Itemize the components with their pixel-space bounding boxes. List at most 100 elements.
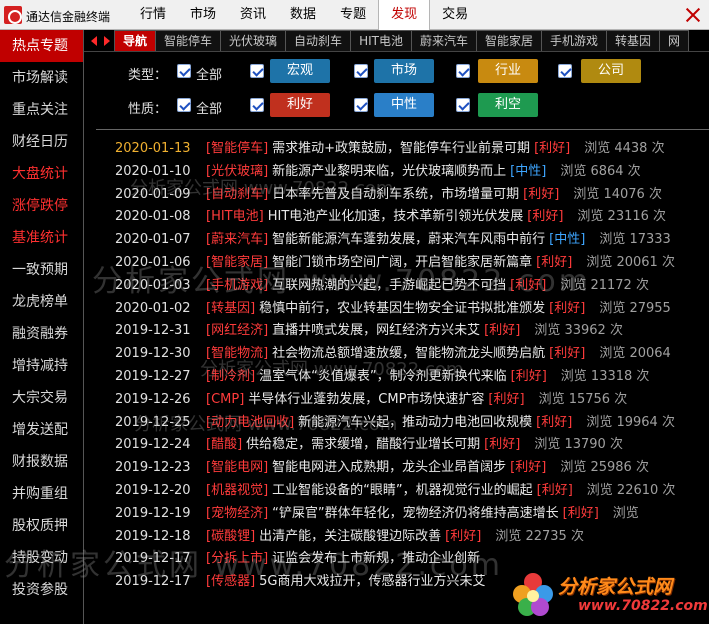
menu-item[interactable]: 资讯: [228, 0, 278, 30]
sidebar-item[interactable]: 增持减持: [0, 350, 83, 382]
type-pill[interactable]: 市场: [374, 59, 434, 83]
nature-checkbox[interactable]: [250, 98, 264, 112]
sidebar-item[interactable]: 一致预期: [0, 254, 83, 286]
news-title[interactable]: 新能源产业黎明来临，光伏玻璃顺势而上: [268, 161, 506, 184]
news-category[interactable]: [智能停车]: [206, 138, 268, 161]
type-pill[interactable]: 公司: [581, 59, 641, 83]
news-row[interactable]: 2020-01-09 [自动刹车] 日本率先普及自动刹车系统，市场增量可期 [利好] 浏…: [96, 184, 709, 207]
news-title[interactable]: HIT电池产业化加速，技术革新引领光伏发展: [264, 206, 524, 229]
news-title[interactable]: 温室气体“炎值爆表”，制冷剂更新换代来临: [255, 366, 506, 389]
menu-item[interactable]: 数据: [278, 0, 328, 30]
topic-tab[interactable]: HIT电池: [350, 30, 412, 51]
news-category[interactable]: [智能物流]: [206, 343, 268, 366]
sidebar-item[interactable]: 并购重组: [0, 478, 83, 510]
sidebar-item[interactable]: 增发送配: [0, 414, 83, 446]
news-row[interactable]: 2020-01-13 [智能停车] 需求推动+政策鼓励，智能停车行业前景可期 [利好]…: [96, 138, 709, 161]
menu-item[interactable]: 市场: [178, 0, 228, 30]
news-category[interactable]: [蔚来汽车]: [206, 229, 268, 252]
topic-tab[interactable]: 智能停车: [155, 30, 222, 51]
news-row[interactable]: 2019-12-20 [机器视觉] 工业智能设备的“眼睛”，机器视觉行业的崛起 [利好…: [96, 480, 709, 503]
type-pill[interactable]: 宏观: [270, 59, 330, 83]
menu-item[interactable]: 发现: [378, 0, 431, 30]
news-title[interactable]: 新能源汽车兴起，推动动力电池回收规模: [294, 412, 532, 435]
news-row[interactable]: 2020-01-03 [手机游戏] 互联网热潮的兴起，手游崛起已势不可挡 [利好] 浏览…: [96, 275, 709, 298]
sidebar-item[interactable]: 市场解读: [0, 62, 83, 94]
topic-tab[interactable]: 手机游戏: [541, 30, 608, 51]
news-title[interactable]: “铲屎官”群体年轻化，宠物经济仍将维持高速增长: [268, 503, 558, 526]
news-category[interactable]: [制冷剂]: [206, 366, 255, 389]
news-category[interactable]: [CMP]: [206, 389, 244, 412]
menu-item[interactable]: 行情: [128, 0, 178, 30]
sidebar-item[interactable]: 龙虎榜单: [0, 286, 83, 318]
news-title[interactable]: 出清产能，关注碳酸锂边际改善: [255, 526, 441, 549]
news-category[interactable]: [机器视觉]: [206, 480, 268, 503]
topic-tab[interactable]: 蔚来汽车: [410, 30, 477, 51]
news-row[interactable]: 2020-01-02 [转基因] 稳慎中前行，农业转基因生物安全证书拟批准颁发 [利好…: [96, 298, 709, 321]
topic-tab[interactable]: 自动刹车: [285, 30, 352, 51]
sidebar-item[interactable]: 财经日历: [0, 126, 83, 158]
sidebar-item[interactable]: 持股变动: [0, 542, 83, 574]
news-row[interactable]: 2019-12-26 [CMP] 半导体行业蓬勃发展，CMP市场快速扩容 [利好] 浏览…: [96, 389, 709, 412]
nature-pill[interactable]: 利好: [270, 93, 330, 117]
menu-item[interactable]: 交易: [430, 0, 480, 30]
sidebar-item[interactable]: 大盘统计: [0, 158, 83, 190]
type-checkbox[interactable]: [250, 64, 264, 78]
nature-all-checkbox[interactable]: [177, 98, 191, 112]
news-category[interactable]: [宠物经济]: [206, 503, 268, 526]
sidebar-item[interactable]: 热点专题: [0, 30, 83, 62]
type-checkbox[interactable]: [354, 64, 368, 78]
topic-tab[interactable]: 智能家居: [475, 30, 542, 51]
news-row[interactable]: 2020-01-10 [光伏玻璃] 新能源产业黎明来临，光伏玻璃顺势而上 [中性] 浏览…: [96, 161, 709, 184]
news-row[interactable]: 2019-12-30 [智能物流] 社会物流总额增速放缓，智能物流龙头顺势启航 [利好…: [96, 343, 709, 366]
news-row[interactable]: 2019-12-24 [醋酸] 供给稳定，需求缓增，醋酸行业增长可期 [利好] 浏览 1…: [96, 434, 709, 457]
news-category[interactable]: [动力电池回收]: [206, 412, 294, 435]
topic-tab[interactable]: 导航: [114, 30, 157, 51]
nature-pill[interactable]: 中性: [374, 93, 434, 117]
news-title[interactable]: 半导体行业蓬勃发展，CMP市场快速扩容: [244, 389, 484, 412]
arrow-left-icon[interactable]: [88, 33, 100, 49]
news-category[interactable]: [醋酸]: [206, 434, 242, 457]
news-title[interactable]: 智能新能源汽车蓬勃发展，蔚来汽车风雨中前行: [268, 229, 545, 252]
news-title[interactable]: 证监会发布上市新规，推动企业创新: [268, 548, 480, 571]
news-title[interactable]: 5G商用大戏拉开，传感器行业方兴未艾: [255, 571, 485, 594]
news-title[interactable]: 智能门锁市场空间广阔，开启智能家居新篇章: [268, 252, 532, 275]
sidebar-item[interactable]: 股权质押: [0, 510, 83, 542]
nature-checkbox[interactable]: [354, 98, 368, 112]
news-row[interactable]: 2020-01-07 [蔚来汽车] 智能新能源汽车蓬勃发展，蔚来汽车风雨中前行 [中性…: [96, 229, 709, 252]
type-checkbox[interactable]: [558, 64, 572, 78]
topic-tab[interactable]: 网: [659, 30, 690, 51]
sidebar-item[interactable]: 重点关注: [0, 94, 83, 126]
news-row[interactable]: 2020-01-06 [智能家居] 智能门锁市场空间广阔，开启智能家居新篇章 [利好]…: [96, 252, 709, 275]
sidebar-item[interactable]: 大宗交易: [0, 382, 83, 414]
menu-item[interactable]: 专题: [328, 0, 378, 30]
news-category[interactable]: [分拆上市]: [206, 548, 268, 571]
type-checkbox[interactable]: [456, 64, 470, 78]
news-category[interactable]: [智能电网]: [206, 457, 268, 480]
news-title[interactable]: 互联网热潮的兴起，手游崛起已势不可挡: [268, 275, 506, 298]
news-category[interactable]: [自动刹车]: [206, 184, 268, 207]
topic-tab[interactable]: 光伏玻璃: [220, 30, 287, 51]
news-category[interactable]: [手机游戏]: [206, 275, 268, 298]
news-category[interactable]: [HIT电池]: [206, 206, 264, 229]
topic-tab[interactable]: 转基因: [606, 30, 661, 51]
sidebar-item[interactable]: 投资参股: [0, 574, 83, 606]
news-row[interactable]: 2019-12-27 [制冷剂] 温室气体“炎值爆表”，制冷剂更新换代来临 [利好] 浏…: [96, 366, 709, 389]
type-pill[interactable]: 行业: [478, 59, 538, 83]
sidebar-item[interactable]: 财报数据: [0, 446, 83, 478]
news-title[interactable]: 智能电网进入成熟期，龙头企业昂首阔步: [268, 457, 506, 480]
nature-pill[interactable]: 利空: [478, 93, 538, 117]
news-title[interactable]: 工业智能设备的“眼睛”，机器视觉行业的崛起: [268, 480, 532, 503]
news-title[interactable]: 需求推动+政策鼓励，智能停车行业前景可期: [268, 138, 530, 161]
news-title[interactable]: 社会物流总额增速放缓，智能物流龙头顺势启航: [268, 343, 545, 366]
news-row[interactable]: 2019-12-19 [宠物经济] “铲屎官”群体年轻化，宠物经济仍将维持高速增长[…: [96, 503, 709, 526]
sidebar-item[interactable]: 基准统计: [0, 222, 83, 254]
arrow-right-icon[interactable]: [100, 33, 112, 49]
news-title[interactable]: 日本率先普及自动刹车系统，市场增量可期: [268, 184, 519, 207]
news-row[interactable]: 2019-12-18 [碳酸锂] 出清产能，关注碳酸锂边际改善 [利好] 浏览 2273…: [96, 526, 709, 549]
nature-checkbox[interactable]: [456, 98, 470, 112]
news-category[interactable]: [碳酸锂]: [206, 526, 255, 549]
news-title[interactable]: 供给稳定，需求缓增，醋酸行业增长可期: [242, 434, 480, 457]
news-row[interactable]: 2019-12-23 [智能电网] 智能电网进入成熟期，龙头企业昂首阔步 [利好] 浏览…: [96, 457, 709, 480]
news-category[interactable]: [光伏玻璃]: [206, 161, 268, 184]
news-title[interactable]: 稳慎中前行，农业转基因生物安全证书拟批准颁发: [255, 298, 545, 321]
